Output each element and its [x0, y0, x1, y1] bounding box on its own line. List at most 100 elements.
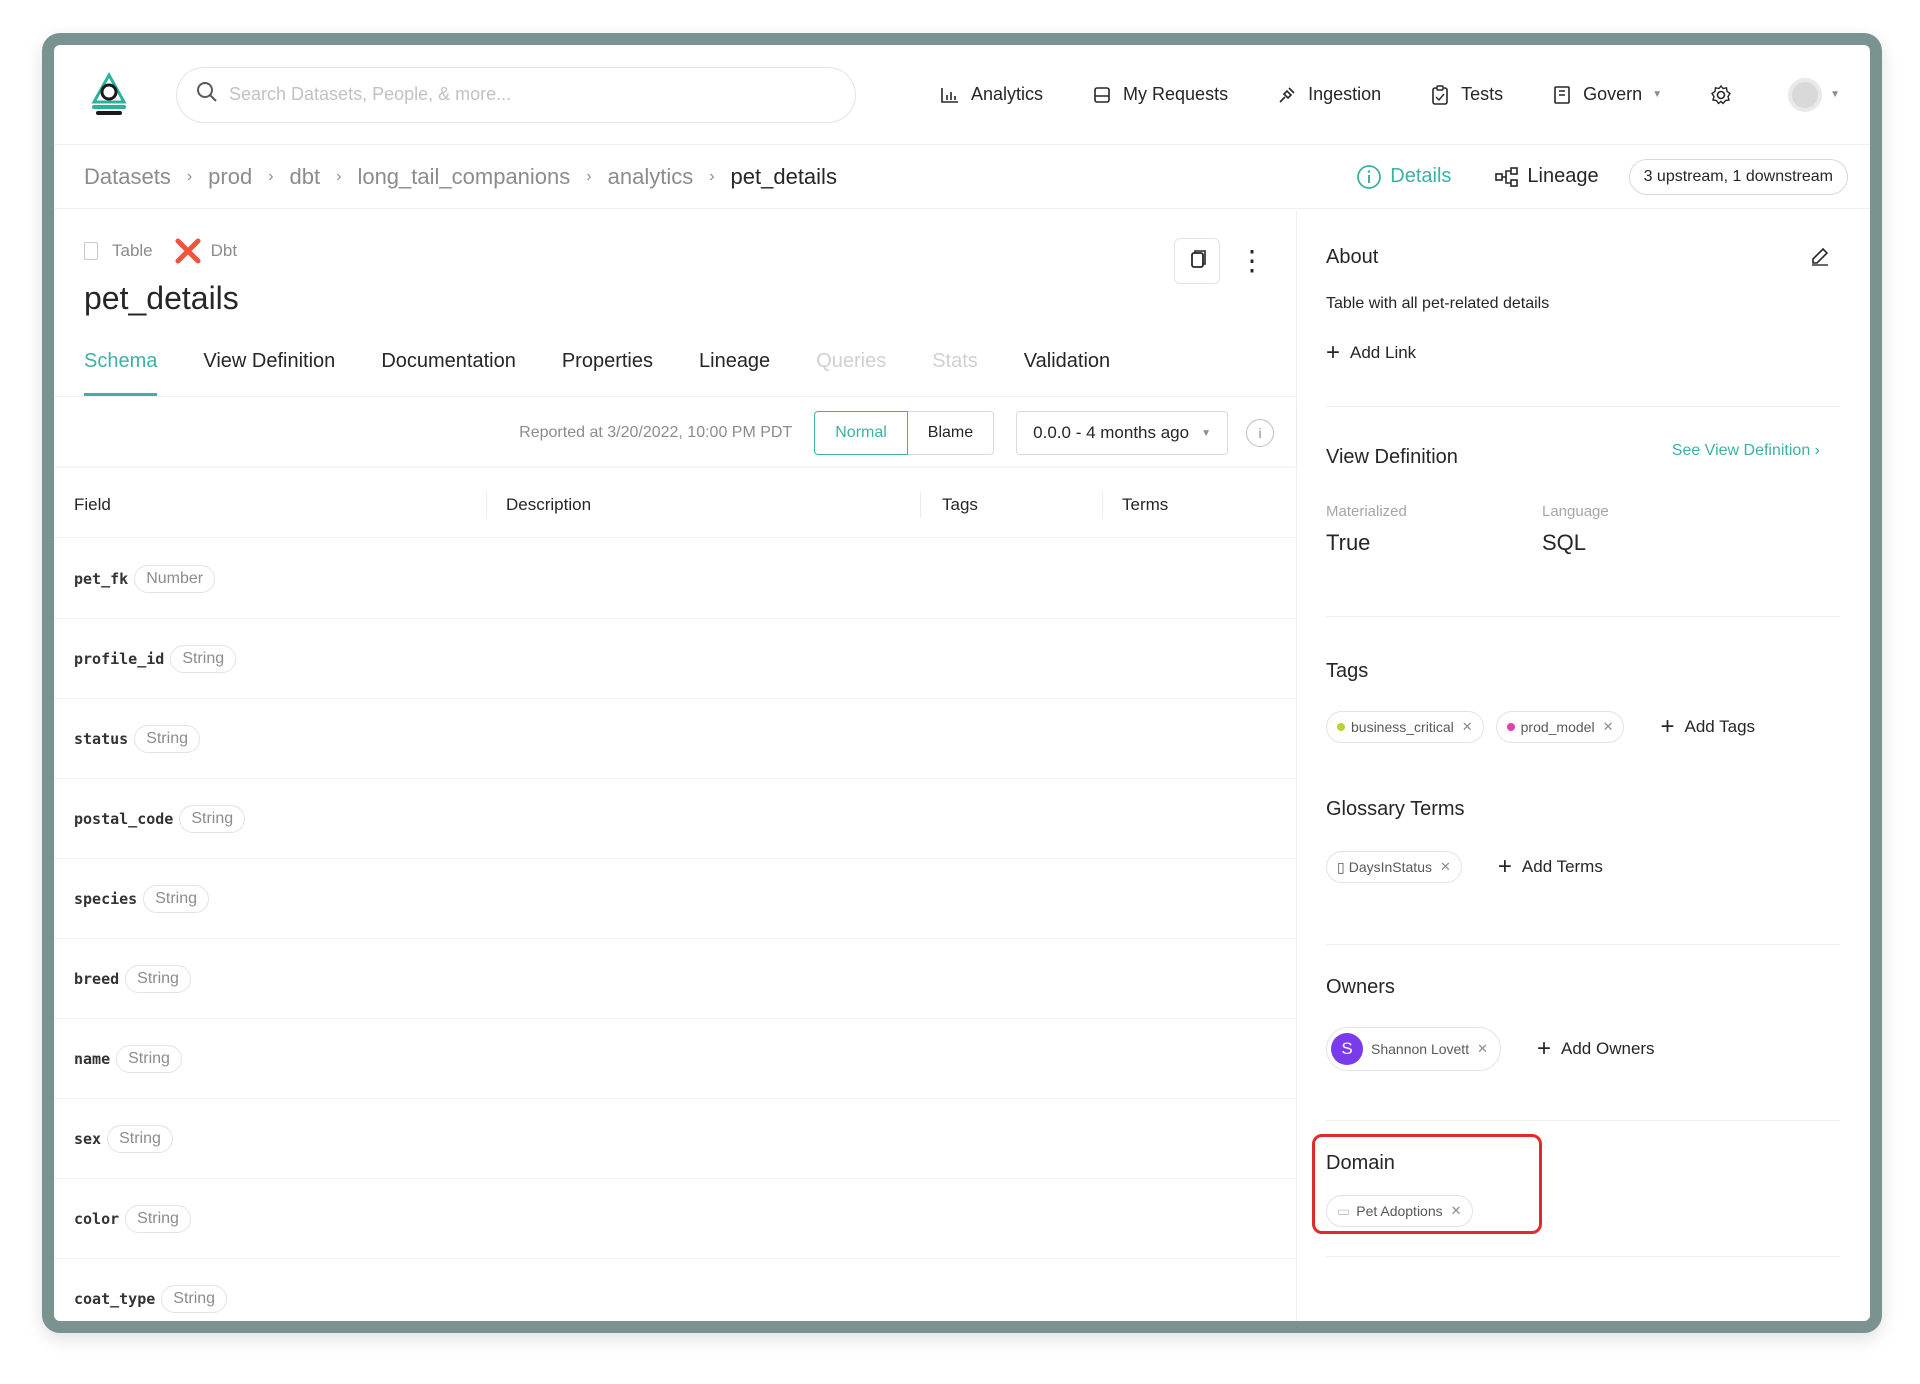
- search-input[interactable]: Search Datasets, People, & more...: [176, 66, 856, 123]
- owners-title: Owners: [1326, 976, 1395, 998]
- breadcrumb-item[interactable]: analytics: [608, 164, 694, 190]
- table-row[interactable]: profile_id String: [54, 619, 1296, 699]
- table-row[interactable]: sex String: [54, 1099, 1296, 1179]
- search-placeholder: Search Datasets, People, & more...: [229, 84, 512, 104]
- table-row[interactable]: coat_type String: [54, 1259, 1296, 1321]
- tab-properties[interactable]: Properties: [562, 340, 653, 396]
- field-type-badge: String: [125, 1204, 191, 1233]
- tab-documentation[interactable]: Documentation: [381, 340, 516, 396]
- field-type-badge: Number: [134, 564, 216, 593]
- glossary-term-chip[interactable]: ▯ DaysInStatus ✕: [1326, 851, 1462, 883]
- glossary-list: ▯ DaysInStatus ✕ + Add Terms: [1326, 851, 1840, 883]
- field-name: profile_id: [74, 649, 165, 668]
- tag-chip[interactable]: business_critical ✕: [1326, 711, 1484, 743]
- nav-tests[interactable]: Tests: [1429, 84, 1503, 106]
- add-tags-button[interactable]: + Add Tags: [1660, 715, 1755, 739]
- gear-icon: [1710, 84, 1732, 106]
- lineage-tab[interactable]: Lineage: [1495, 165, 1599, 188]
- info-icon[interactable]: i: [1246, 419, 1274, 447]
- add-owners-button[interactable]: + Add Owners: [1537, 1037, 1655, 1061]
- avatar: S: [1331, 1033, 1363, 1065]
- table-row[interactable]: breed String: [54, 939, 1296, 1019]
- sidebar: About Table with all pet-related details…: [1298, 210, 1870, 1321]
- lineage-count-badge[interactable]: 3 upstream, 1 downstream: [1628, 158, 1848, 195]
- breadcrumb-item[interactable]: long_tail_companions: [357, 164, 570, 190]
- close-icon[interactable]: ✕: [1603, 719, 1614, 735]
- schema-view-toggle: Normal Blame: [814, 411, 995, 455]
- see-view-definition-link[interactable]: See View Definition ›: [1672, 442, 1820, 460]
- info-icon: [1356, 164, 1382, 190]
- glossary-title: Glossary Terms: [1326, 798, 1465, 820]
- normal-view-button[interactable]: Normal: [814, 411, 908, 455]
- field-name: postal_code: [74, 809, 174, 828]
- add-link-label: Add Link: [1350, 343, 1417, 362]
- more-options-icon[interactable]: ⋮: [1238, 247, 1266, 275]
- breadcrumb-item[interactable]: prod: [208, 164, 252, 190]
- tab-lineage[interactable]: Lineage: [699, 340, 770, 396]
- tab-view-definition[interactable]: View Definition: [203, 340, 335, 396]
- tag-chip[interactable]: prod_model ✕: [1495, 711, 1625, 743]
- about-section: About Table with all pet-related details…: [1326, 246, 1840, 365]
- close-icon[interactable]: ✕: [1440, 859, 1451, 875]
- table-row[interactable]: name String: [54, 1019, 1296, 1099]
- field-name: status: [74, 729, 129, 748]
- app-logo-icon[interactable]: [84, 70, 134, 120]
- breadcrumb-item[interactable]: Datasets: [84, 164, 171, 190]
- chevron-right-icon: ›: [336, 167, 342, 185]
- column-header-terms[interactable]: Terms: [1122, 472, 1168, 538]
- owner-chip[interactable]: S Shannon Lovett ✕: [1326, 1027, 1501, 1071]
- plus-icon: +: [1660, 713, 1675, 740]
- add-tags-label: Add Tags: [1684, 717, 1756, 736]
- close-icon[interactable]: ✕: [1462, 719, 1473, 735]
- add-terms-button[interactable]: + Add Terms: [1498, 855, 1603, 879]
- version-select[interactable]: 0.0.0 - 4 months ago ▼: [1016, 411, 1228, 455]
- nav-govern[interactable]: Govern ▼: [1551, 84, 1662, 106]
- version-value: 0.0.0 - 4 months ago: [1033, 423, 1190, 442]
- tab-schema[interactable]: Schema: [84, 340, 158, 396]
- column-header-field[interactable]: Field: [74, 472, 111, 538]
- add-link-button[interactable]: + Add Link: [1326, 341, 1840, 365]
- close-icon[interactable]: ✕: [1477, 1041, 1488, 1057]
- nav-analytics[interactable]: Analytics: [939, 84, 1043, 106]
- details-tab[interactable]: Details: [1356, 164, 1451, 190]
- chevron-right-icon: ›: [709, 167, 715, 185]
- plug-icon: [1276, 84, 1298, 106]
- see-view-definition-label: See View Definition: [1671, 442, 1811, 459]
- table-row[interactable]: postal_code String: [54, 779, 1296, 859]
- tab-validation[interactable]: Validation: [1024, 340, 1110, 396]
- domain-highlight-box: [1312, 1134, 1542, 1234]
- edit-icon[interactable]: [1810, 246, 1830, 271]
- section-divider: [1326, 944, 1840, 945]
- table-row[interactable]: color String: [54, 1179, 1296, 1259]
- dbt-logo-icon: [175, 238, 201, 264]
- column-header-tags[interactable]: Tags: [942, 472, 978, 538]
- field-name: coat_type: [74, 1289, 156, 1308]
- table-row[interactable]: pet_fk Number: [54, 539, 1296, 619]
- table-row[interactable]: status String: [54, 699, 1296, 779]
- clipboard-icon: [1429, 84, 1451, 106]
- bar-chart-icon: [939, 84, 961, 106]
- glossary-section: Glossary Terms ▯ DaysInStatus ✕ + Add Te…: [1326, 798, 1840, 883]
- nav-label: Ingestion: [1308, 84, 1382, 104]
- materialized-value: True: [1326, 530, 1371, 555]
- entity-header: Table Dbt pet_details ⋮: [84, 238, 1266, 318]
- field-name: sex: [74, 1129, 102, 1148]
- chevron-right-icon: ›: [586, 167, 592, 185]
- details-tab-label: Details: [1390, 165, 1452, 187]
- breadcrumb-item[interactable]: dbt: [290, 164, 321, 190]
- plus-icon: +: [1326, 339, 1341, 366]
- nav-label: My Requests: [1123, 84, 1229, 104]
- nav-ingestion[interactable]: Ingestion: [1276, 84, 1381, 106]
- tag-label: prod_model: [1520, 719, 1595, 735]
- nav-my-requests[interactable]: My Requests: [1091, 84, 1228, 106]
- copy-urn-button[interactable]: [1174, 238, 1220, 284]
- page-title: pet_details: [84, 280, 239, 316]
- blame-view-button[interactable]: Blame: [907, 411, 995, 455]
- section-divider: [1326, 616, 1840, 617]
- column-header-description[interactable]: Description: [506, 472, 591, 538]
- settings-button[interactable]: [1710, 84, 1742, 106]
- user-menu[interactable]: ▼: [1788, 77, 1840, 112]
- view-definition-section: View Definition See View Definition › Ma…: [1326, 442, 1840, 556]
- table-row[interactable]: species String: [54, 859, 1296, 939]
- owner-name: Shannon Lovett: [1371, 1041, 1470, 1057]
